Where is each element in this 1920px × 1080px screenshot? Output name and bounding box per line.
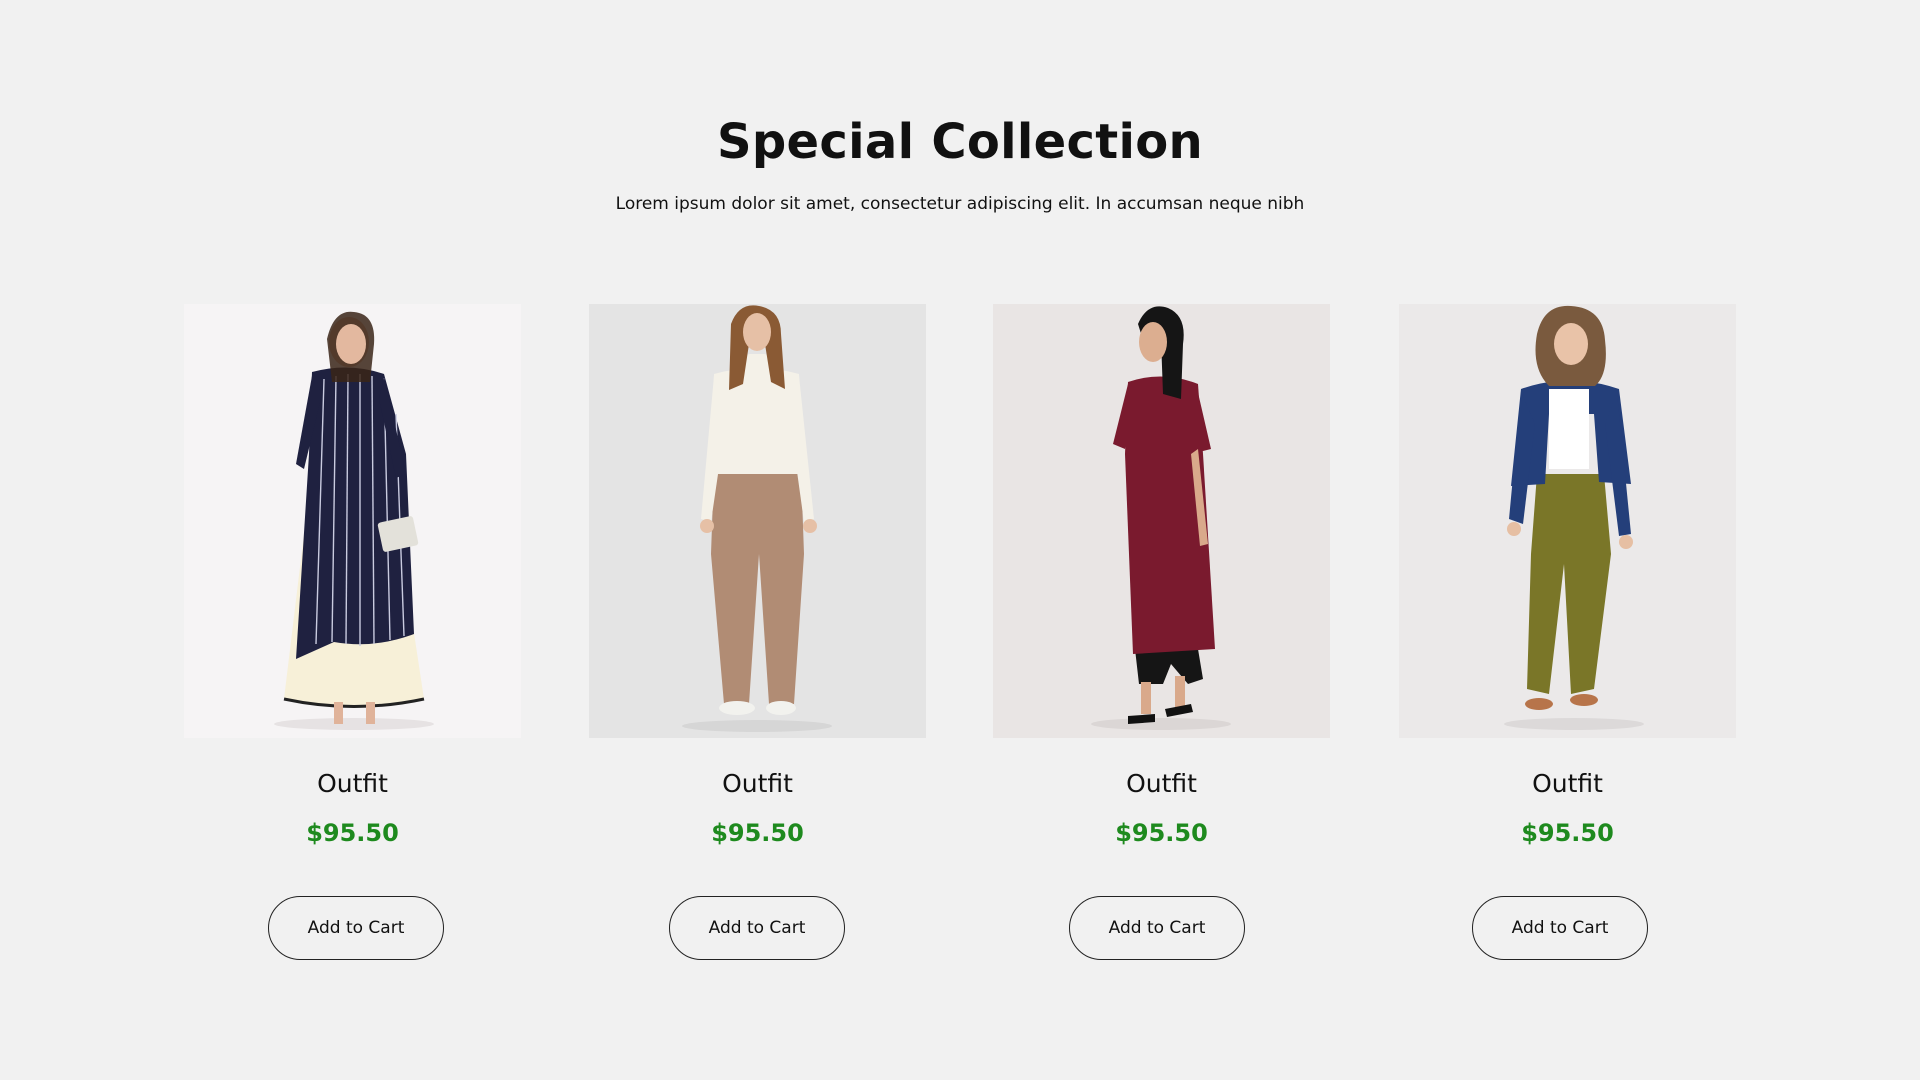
product-card: Outfit $95.50 Add to Cart xyxy=(589,304,926,960)
product-card: Outfit $95.50 Add to Cart xyxy=(184,304,521,960)
product-card: Outfit $95.50 Add to Cart xyxy=(993,304,1330,960)
add-to-cart-button[interactable]: Add to Cart xyxy=(669,896,845,960)
product-image[interactable] xyxy=(589,304,926,738)
product-name: Outfit xyxy=(1126,769,1197,798)
product-card: Outfit $95.50 Add to Cart xyxy=(1399,304,1736,960)
product-name: Outfit xyxy=(317,769,388,798)
product-price: $95.50 xyxy=(1521,819,1614,847)
product-name: Outfit xyxy=(722,769,793,798)
product-image[interactable] xyxy=(184,304,521,738)
add-to-cart-button[interactable]: Add to Cart xyxy=(1069,896,1245,960)
product-price: $95.50 xyxy=(711,819,804,847)
section-title: Special Collection xyxy=(716,114,1203,170)
product-name: Outfit xyxy=(1532,769,1603,798)
add-to-cart-button[interactable]: Add to Cart xyxy=(268,896,444,960)
special-collection-page: Special Collection Lorem ipsum dolor sit… xyxy=(0,0,1920,1080)
product-price: $95.50 xyxy=(1115,819,1208,847)
product-price: $95.50 xyxy=(306,819,399,847)
add-to-cart-button[interactable]: Add to Cart xyxy=(1472,896,1648,960)
product-image[interactable] xyxy=(993,304,1330,738)
product-image[interactable] xyxy=(1399,304,1736,738)
section-subtitle: Lorem ipsum dolor sit amet, consectetur … xyxy=(615,194,1305,214)
